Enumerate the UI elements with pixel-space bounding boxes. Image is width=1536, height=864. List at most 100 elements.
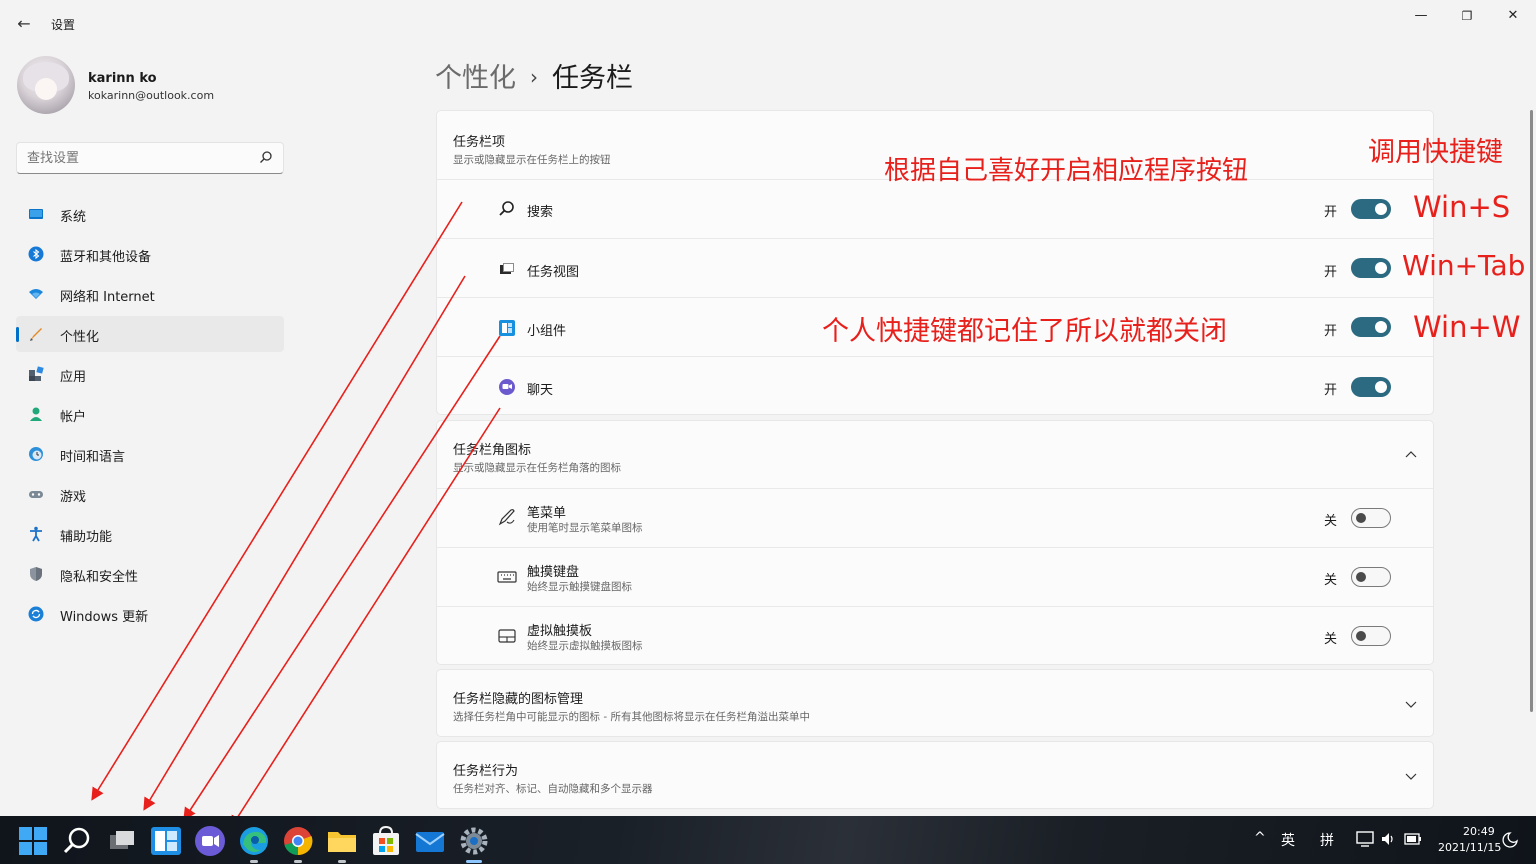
title-bar: ← 设置 — ❐ ✕: [0, 0, 1536, 46]
page-title: 任务栏: [552, 63, 633, 94]
back-arrow-icon[interactable]: ←: [13, 14, 35, 34]
annotation-key-widgets: Win+W: [1413, 310, 1521, 344]
task-view-icon[interactable]: [105, 824, 139, 858]
pen-icon: [498, 509, 515, 526]
close-button[interactable]: ✕: [1490, 6, 1536, 26]
store-icon[interactable]: [369, 824, 403, 858]
user-email: kokarinn@outlook.com: [88, 89, 215, 102]
chevron-down-icon[interactable]: [1403, 768, 1419, 784]
toggle-row-label: 聊天: [527, 383, 554, 398]
task-view-toggle[interactable]: [1351, 258, 1391, 278]
sidebar-item-network[interactable]: 网络和 Internet: [16, 276, 284, 312]
toggle-row-label: 笔菜单: [527, 506, 567, 521]
sidebar-item-label: 个性化: [60, 330, 100, 345]
clock-date[interactable]: 2021/11/15: [1438, 841, 1501, 854]
corner-icons-header[interactable]: 任务栏角图标 显示或隐藏显示在任务栏角落的图标: [453, 439, 621, 475]
system-icon: [29, 209, 43, 219]
section-subtitle: 选择任务栏角中可能显示的图标 - 所有其他图标将显示在任务栏角溢出菜单中: [453, 711, 810, 723]
chevron-up-icon[interactable]: [1403, 447, 1419, 463]
network-icon[interactable]: [1356, 831, 1374, 847]
chat-toggle[interactable]: [1351, 377, 1391, 397]
behaviors-header: 任务栏行为 任务栏对齐、标记、自动隐藏和多个显示器: [453, 760, 653, 796]
taskbar: ^ 英 拼 20:49 2021/11/15: [0, 816, 1536, 864]
minimize-button[interactable]: —: [1398, 6, 1444, 26]
section-subtitle: 任务栏对齐、标记、自动隐藏和多个显示器: [453, 783, 653, 795]
search-icon[interactable]: [259, 150, 273, 164]
search-icon[interactable]: [60, 824, 94, 858]
section-title: 任务栏隐藏的图标管理: [453, 692, 584, 707]
keyboard-icon: [497, 571, 517, 583]
sidebar-item-label: 网络和 Internet: [60, 290, 155, 305]
search-toggle[interactable]: [1351, 199, 1391, 219]
behaviors-card[interactable]: 任务栏行为 任务栏对齐、标记、自动隐藏和多个显示器: [436, 741, 1434, 809]
clock-time[interactable]: 20:49: [1463, 825, 1495, 838]
tray-chevron-icon[interactable]: ^: [1254, 830, 1266, 846]
restore-button[interactable]: ❐: [1444, 6, 1490, 26]
personalization-icon: [30, 328, 42, 341]
annotation-key-taskview: Win+Tab: [1402, 249, 1526, 282]
toggle-row-sublabel: 始终显示触摸键盘图标: [527, 581, 632, 593]
sidebar-item-apps[interactable]: 应用: [16, 356, 284, 392]
edge-icon[interactable]: [237, 824, 271, 858]
sidebar-item-accessibility[interactable]: 辅助功能: [16, 516, 284, 552]
virtual-touchpad-toggle[interactable]: [1351, 626, 1391, 646]
section-subtitle: 显示或隐藏显示在任务栏角落的图标: [453, 462, 621, 474]
breadcrumb-parent[interactable]: 个性化: [435, 63, 516, 94]
sidebar-item-label: 蓝牙和其他设备: [60, 250, 152, 265]
task-view-icon: [500, 263, 514, 274]
toggle-row-label: 任务视图: [527, 265, 580, 280]
sidebar-item-label: 时间和语言: [60, 450, 126, 465]
search-icon: [499, 201, 514, 216]
touch-keyboard-toggle[interactable]: [1351, 567, 1391, 587]
volume-icon[interactable]: [1380, 831, 1396, 847]
scrollbar[interactable]: [1530, 110, 1533, 712]
widgets-icon[interactable]: [149, 824, 183, 858]
sidebar-item-system[interactable]: 系统: [16, 196, 284, 232]
toggle-row-label: 搜索: [527, 205, 554, 220]
ime-mode-indicator[interactable]: 拼: [1320, 830, 1334, 850]
ime-language-indicator[interactable]: 英: [1281, 830, 1295, 850]
toggle-state-label: 开: [1324, 205, 1338, 220]
annotation-shortcut-title: 调用快捷键: [1368, 137, 1503, 168]
sidebar-item-bluetooth[interactable]: 蓝牙和其他设备: [16, 236, 284, 272]
widgets-toggle[interactable]: [1351, 317, 1391, 337]
file-explorer-icon[interactable]: [325, 824, 359, 858]
notification-icon[interactable]: [1502, 832, 1518, 848]
overflow-card[interactable]: 任务栏隐藏的图标管理 选择任务栏角中可能显示的图标 - 所有其他图标将显示在任务…: [436, 669, 1434, 737]
chat-icon[interactable]: [193, 824, 227, 858]
toggle-row-label: 小组件: [527, 324, 567, 339]
active-indicator: [466, 860, 482, 863]
sidebar-item-privacy[interactable]: 隐私和安全性: [16, 556, 284, 592]
sidebar-item-accounts[interactable]: 帐户: [16, 396, 284, 432]
section-subtitle: 显示或隐藏显示在任务栏上的按钮: [453, 154, 611, 166]
sidebar-item-label: 应用: [60, 370, 87, 385]
toggle-state-label: 关: [1324, 514, 1338, 529]
chevron-down-icon[interactable]: [1403, 696, 1419, 712]
user-name: karinn ko: [88, 71, 157, 86]
sidebar-item-windows-update[interactable]: Windows 更新: [16, 596, 284, 632]
sidebar-item-label: 游戏: [60, 490, 87, 505]
toggle-row-sublabel: 使用笔时显示笔菜单图标: [527, 522, 643, 534]
corner-icons-card: 任务栏角图标 显示或隐藏显示在任务栏角落的图标 笔菜单 使用笔时显示笔菜单图标 …: [436, 420, 1434, 665]
section-title: 任务栏角图标: [453, 443, 532, 458]
sidebar-item-personalization[interactable]: 个性化: [16, 316, 284, 352]
search-box[interactable]: [16, 142, 284, 174]
search-input[interactable]: [17, 143, 253, 173]
sidebar-item-gaming[interactable]: 游戏: [16, 476, 284, 512]
sidebar-item-label: Windows 更新: [60, 610, 149, 625]
toggle-state-label: 开: [1324, 265, 1338, 280]
chrome-icon[interactable]: [281, 824, 315, 858]
settings-icon[interactable]: [457, 824, 491, 858]
breadcrumb: 个性化 › 任务栏: [435, 56, 633, 95]
sidebar-item-time-language[interactable]: 时间和语言: [16, 436, 284, 472]
battery-icon[interactable]: [1404, 832, 1422, 846]
avatar[interactable]: [17, 56, 75, 114]
toggle-row-sublabel: 始终显示虚拟触摸板图标: [527, 640, 643, 652]
annotation-key-search: Win+S: [1413, 190, 1511, 224]
mail-icon[interactable]: [413, 824, 447, 858]
section-title: 任务栏行为: [453, 764, 519, 779]
sidebar-item-label: 隐私和安全性: [60, 570, 139, 585]
start-icon[interactable]: [16, 824, 50, 858]
pen-menu-toggle[interactable]: [1351, 508, 1391, 528]
account-icon: [30, 407, 42, 421]
